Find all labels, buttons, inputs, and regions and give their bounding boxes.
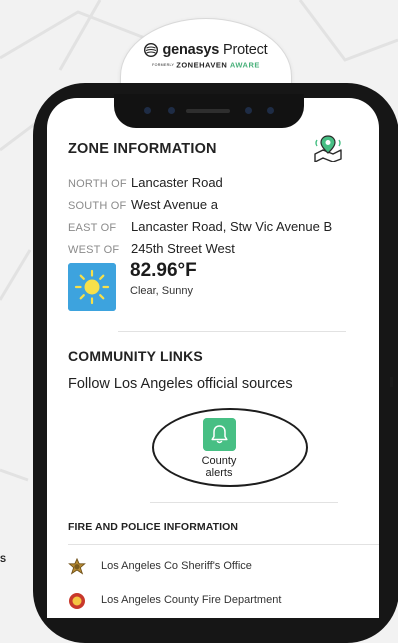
zone-row-south: SOUTH OF West Avenue a: [68, 196, 218, 214]
zone-row-value: 245th Street West: [131, 241, 235, 256]
phone-screen: ZONE INFORMATION NORTH OF Lancaster Road …: [47, 98, 379, 618]
zone-row-east: EAST OF Lancaster Road, Stw Vic Avenue B: [68, 218, 332, 236]
section-divider: [118, 331, 346, 332]
temperature: 82.96°F: [130, 260, 197, 281]
map-pin-icon[interactable]: [311, 134, 345, 162]
camera-dot: [144, 107, 151, 114]
community-links-subtitle: Follow Los Angeles official sources: [68, 376, 293, 392]
genasys-logo-icon: [144, 42, 159, 57]
brand-formerly: FORMERLY: [152, 63, 175, 68]
weather-condition: Clear, Sunny: [130, 285, 193, 297]
sun-weather-icon: [68, 263, 116, 311]
brand-name: genasys Protect: [162, 41, 268, 58]
list-item-label: Los Angeles Co Sheriff's Office: [101, 560, 252, 572]
fire-department-icon: [69, 593, 85, 609]
zone-row-value: West Avenue a: [131, 197, 218, 212]
brand-subtitle: FORMERLY ZONEHAVEN AWARE: [121, 60, 291, 70]
community-links-title: COMMUNITY LINKS: [68, 348, 203, 364]
speaker-grille: [186, 109, 230, 113]
zone-row-value: Lancaster Road, Stw Vic Avenue B: [131, 219, 333, 234]
sheriff-badge-icon: [68, 558, 86, 575]
list-item-label: Los Angeles County Fire Department: [101, 594, 282, 606]
zone-information-title: ZONE INFORMATION: [68, 141, 217, 157]
zone-row-key: EAST OF: [68, 222, 117, 234]
zone-row-north: NORTH OF Lancaster Road: [68, 174, 223, 192]
zone-row-key: SOUTH OF: [68, 200, 127, 212]
sensor-dot: [245, 107, 252, 114]
zone-row-key: WEST OF: [68, 244, 120, 256]
section-divider: [150, 502, 338, 503]
phone-side-button: [390, 377, 393, 387]
fire-police-title: FIRE AND POLICE INFORMATION: [68, 521, 239, 533]
brand-sub-accent: AWARE: [229, 60, 260, 70]
brand-sub-main: ZONEHAVEN: [176, 60, 228, 70]
brand-logo-row: genasys Protect: [121, 41, 291, 59]
highlight-ring: [152, 408, 308, 487]
camera-dot: [168, 107, 175, 114]
side-text: S: [0, 554, 7, 564]
zone-row-west: WEST OF 245th Street West: [68, 240, 235, 258]
list-divider: [68, 544, 379, 545]
sensor-dot: [267, 107, 274, 114]
zone-row-key: NORTH OF: [68, 178, 127, 190]
phone-notch: [114, 94, 304, 128]
zone-row-value: Lancaster Road: [131, 175, 223, 190]
